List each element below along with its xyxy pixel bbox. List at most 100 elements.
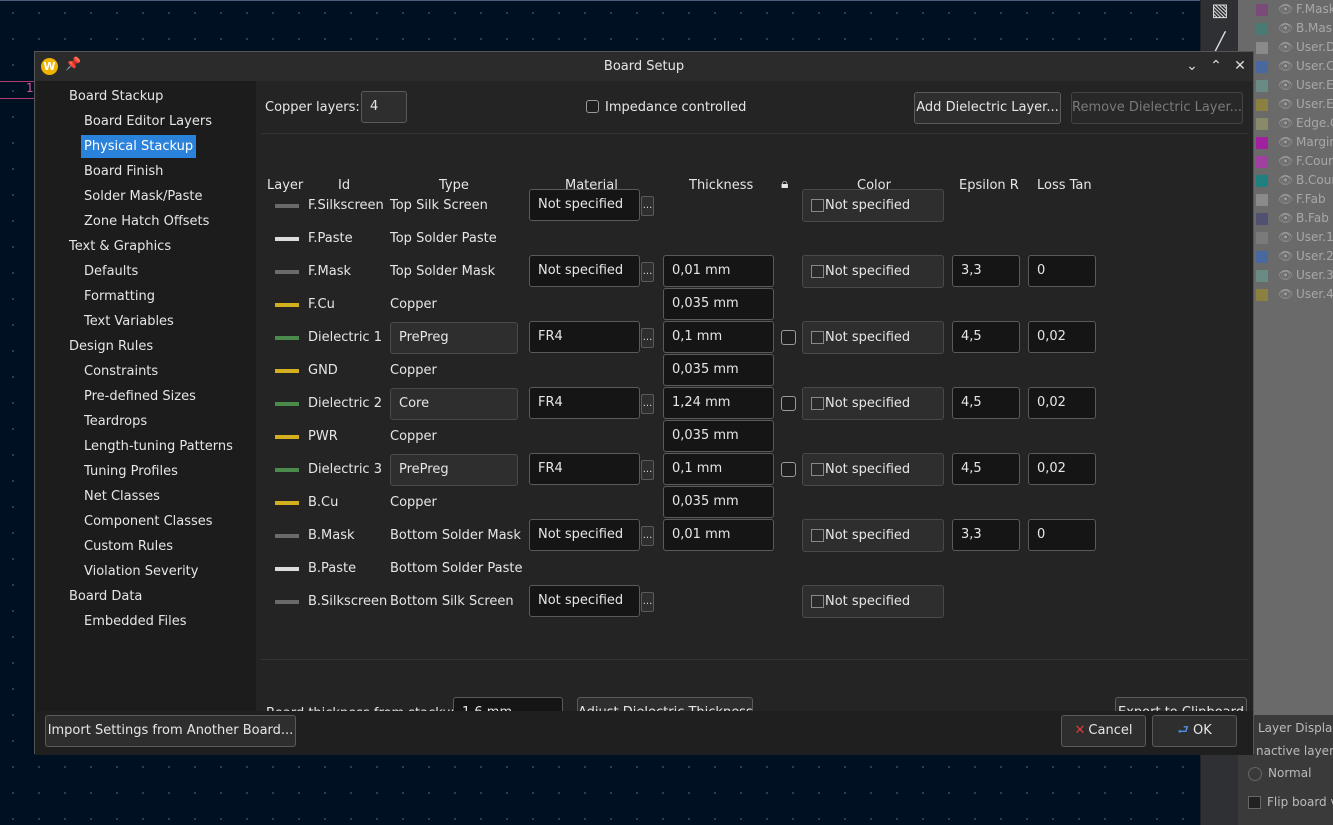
color-select[interactable]: Not specified bbox=[802, 255, 944, 288]
material-browse-button[interactable]: ... bbox=[641, 196, 654, 216]
material-browse-button[interactable]: ... bbox=[641, 526, 654, 546]
eye-icon[interactable]: 👁︎ bbox=[1278, 40, 1293, 54]
layer-color-swatch[interactable] bbox=[1256, 23, 1268, 35]
layer-color-swatch[interactable] bbox=[1256, 118, 1268, 130]
color-select[interactable]: Not specified bbox=[802, 519, 944, 552]
epsilon-r-field[interactable]: 4,5 bbox=[952, 321, 1020, 353]
tree-item-board-data[interactable]: Board Data bbox=[66, 585, 145, 608]
layer-color-swatch[interactable] bbox=[1256, 4, 1268, 16]
tree-item-physical-stackup[interactable]: Physical Stackup bbox=[81, 135, 197, 158]
tree-item-custom-rules[interactable]: Custom Rules bbox=[81, 535, 176, 558]
thickness-lock-checkbox[interactable] bbox=[781, 396, 796, 411]
layer-color-swatch[interactable] bbox=[1256, 137, 1268, 149]
eye-icon[interactable]: 👁︎ bbox=[1278, 59, 1293, 73]
eye-icon[interactable]: 👁︎ bbox=[1278, 268, 1293, 282]
loss-tan-field[interactable]: 0,02 bbox=[1028, 453, 1096, 485]
layer-color-swatch[interactable] bbox=[1256, 80, 1268, 92]
material-field[interactable]: FR4 bbox=[529, 321, 640, 353]
eye-icon[interactable]: 👁︎ bbox=[1278, 78, 1293, 92]
layer-color-swatch[interactable] bbox=[1256, 270, 1268, 282]
material-field[interactable]: Not specified bbox=[529, 585, 640, 617]
tree-item-solder-mask-paste[interactable]: Solder Mask/Paste bbox=[81, 185, 206, 208]
normal-radio[interactable]: Normal bbox=[1248, 766, 1311, 781]
import-settings-button[interactable]: Import Settings from Another Board... bbox=[45, 715, 296, 747]
tree-item-board-editor-layers[interactable]: Board Editor Layers bbox=[81, 110, 215, 133]
eye-icon[interactable]: 👁︎ bbox=[1278, 173, 1293, 187]
loss-tan-field[interactable]: 0 bbox=[1028, 255, 1096, 287]
eye-icon[interactable]: 👁︎ bbox=[1278, 287, 1293, 301]
layer-color-swatch[interactable] bbox=[1256, 99, 1268, 111]
tree-item-teardrops[interactable]: Teardrops bbox=[81, 410, 150, 433]
eye-icon[interactable]: 👁︎ bbox=[1278, 192, 1293, 206]
eye-icon[interactable]: 👁︎ bbox=[1278, 135, 1293, 149]
layer-color-swatch[interactable] bbox=[1256, 232, 1268, 244]
close-button[interactable]: ✕ bbox=[1231, 57, 1249, 75]
tree-item-text-graphics[interactable]: Text & Graphics bbox=[66, 235, 174, 258]
thickness-lock-checkbox[interactable] bbox=[781, 330, 796, 345]
tree-item-zone-hatch-offsets[interactable]: Zone Hatch Offsets bbox=[81, 210, 212, 233]
layer-color-swatch[interactable] bbox=[1256, 194, 1268, 206]
color-select[interactable]: Not specified bbox=[802, 321, 944, 354]
epsilon-r-field[interactable]: 4,5 bbox=[952, 387, 1020, 419]
eye-icon[interactable]: 👁︎ bbox=[1278, 21, 1293, 35]
loss-tan-field[interactable]: 0,02 bbox=[1028, 321, 1096, 353]
hatch-icon[interactable]: ▧ bbox=[1209, 0, 1231, 22]
eye-icon[interactable]: 👁︎ bbox=[1278, 154, 1293, 168]
thickness-field[interactable]: 0,035 mm bbox=[663, 420, 774, 452]
maximize-button[interactable]: ⌃ bbox=[1207, 57, 1225, 75]
layer-row[interactable]: 👁︎B.Mask bbox=[1238, 19, 1333, 38]
layer-color-swatch[interactable] bbox=[1256, 213, 1268, 225]
minimize-button[interactable]: ⌄ bbox=[1183, 57, 1201, 75]
epsilon-r-field[interactable]: 3,3 bbox=[952, 255, 1020, 287]
material-field[interactable]: Not specified bbox=[529, 255, 640, 287]
copper-layers-select[interactable]: 4 bbox=[361, 91, 407, 123]
layer-color-swatch[interactable] bbox=[1256, 251, 1268, 263]
layer-color-swatch[interactable] bbox=[1256, 61, 1268, 73]
tree-item-formatting[interactable]: Formatting bbox=[81, 285, 158, 308]
loss-tan-field[interactable]: 0,02 bbox=[1028, 387, 1096, 419]
thickness-field[interactable]: 0,01 mm bbox=[663, 255, 774, 287]
layer-color-swatch[interactable] bbox=[1256, 156, 1268, 168]
thickness-field[interactable]: 1,24 mm bbox=[663, 387, 774, 419]
tree-item-board-finish[interactable]: Board Finish bbox=[81, 160, 166, 183]
eye-icon[interactable]: 👁︎ bbox=[1278, 230, 1293, 244]
tree-item-embedded-files[interactable]: Embedded Files bbox=[81, 610, 190, 633]
tree-item-text-variables[interactable]: Text Variables bbox=[81, 310, 177, 333]
layer-color-swatch[interactable] bbox=[1256, 289, 1268, 301]
cancel-button[interactable]: ✕ Cancel bbox=[1061, 715, 1146, 747]
thickness-field[interactable]: 0,1 mm bbox=[663, 453, 774, 485]
material-field[interactable]: Not specified bbox=[529, 519, 640, 551]
thickness-field[interactable]: 0,01 mm bbox=[663, 519, 774, 551]
tree-item-pre-defined-sizes[interactable]: Pre-defined Sizes bbox=[81, 385, 199, 408]
tree-item-tuning-profiles[interactable]: Tuning Profiles bbox=[81, 460, 181, 483]
layer-color-swatch[interactable] bbox=[1256, 175, 1268, 187]
tree-item-constraints[interactable]: Constraints bbox=[81, 360, 161, 383]
eye-icon[interactable]: 👁︎ bbox=[1278, 2, 1293, 16]
material-field[interactable]: FR4 bbox=[529, 387, 640, 419]
color-select[interactable]: Not specified bbox=[802, 387, 944, 420]
tree-item-violation-severity[interactable]: Violation Severity bbox=[81, 560, 201, 583]
eye-icon[interactable]: 👁︎ bbox=[1278, 249, 1293, 263]
tree-item-defaults[interactable]: Defaults bbox=[81, 260, 141, 283]
thickness-field[interactable]: 0,035 mm bbox=[663, 486, 774, 518]
material-field[interactable]: FR4 bbox=[529, 453, 640, 485]
thickness-field[interactable]: 0,035 mm bbox=[663, 288, 774, 320]
material-browse-button[interactable]: ... bbox=[641, 262, 654, 282]
epsilon-r-field[interactable]: 4,5 bbox=[952, 453, 1020, 485]
material-browse-button[interactable]: ... bbox=[641, 460, 654, 480]
layer-type-select[interactable]: PrePreg bbox=[390, 454, 518, 486]
thickness-field[interactable]: 0,1 mm bbox=[663, 321, 774, 353]
eye-icon[interactable]: 👁︎ bbox=[1278, 211, 1293, 225]
tree-item-design-rules[interactable]: Design Rules bbox=[66, 335, 156, 358]
tree-item-component-classes[interactable]: Component Classes bbox=[81, 510, 216, 533]
material-browse-button[interactable]: ... bbox=[641, 328, 654, 348]
ok-button[interactable]: ⮐ OK bbox=[1152, 715, 1237, 747]
tree-item-net-classes[interactable]: Net Classes bbox=[81, 485, 163, 508]
material-browse-button[interactable]: ... bbox=[641, 394, 654, 414]
epsilon-r-field[interactable]: 3,3 bbox=[952, 519, 1020, 551]
material-field[interactable]: Not specified bbox=[529, 189, 640, 221]
color-select[interactable]: Not specified bbox=[802, 585, 944, 618]
color-select[interactable]: Not specified bbox=[802, 453, 944, 486]
color-select[interactable]: Not specified bbox=[802, 189, 944, 222]
remove-dielectric-layer-button[interactable]: Remove Dielectric Layer... bbox=[1071, 92, 1243, 124]
